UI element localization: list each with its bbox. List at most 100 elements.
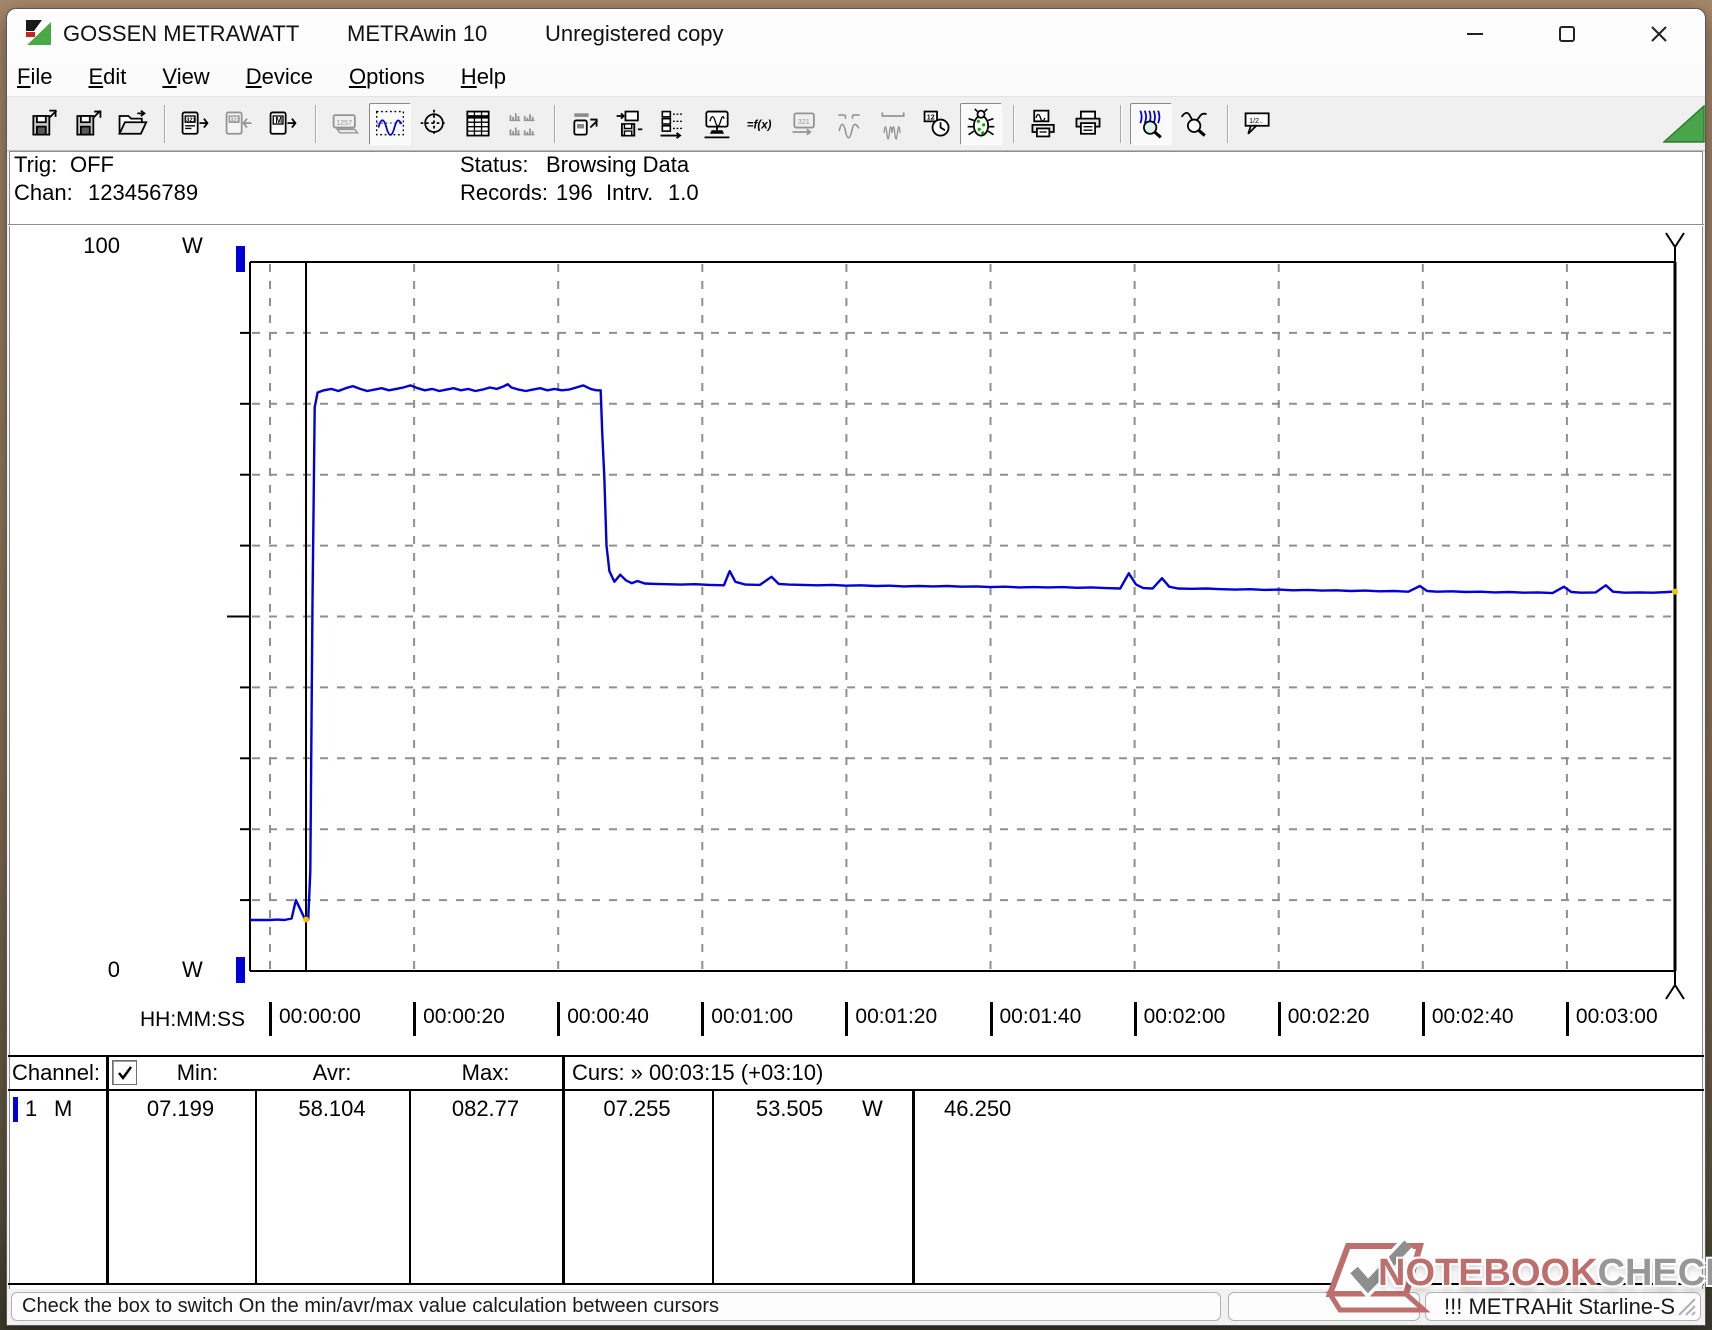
svg-text:M: M (275, 116, 282, 125)
menu-file[interactable]: File (17, 64, 52, 90)
xy-view-icon (418, 108, 450, 140)
x-tick-label: 00:03:00 (1576, 1005, 1658, 1029)
toolbar-data-table-button[interactable] (457, 103, 499, 145)
toolbar-print-preview-button[interactable] (1023, 103, 1065, 145)
toolbar-print-button[interactable] (1067, 103, 1109, 145)
toolbar-histogram-button[interactable] (501, 103, 543, 145)
toolbar-open-file-button[interactable] (111, 103, 153, 145)
x-tick-label: 00:02:20 (1288, 1005, 1370, 1029)
toolbar-device-display-button[interactable]: 321 (784, 103, 826, 145)
x-tick-mark (990, 1002, 993, 1036)
device-display-icon: 321 (789, 108, 821, 140)
toolbar-formula-button[interactable]: =f(x) (740, 103, 782, 145)
toolbar-save-as-button[interactable] (67, 103, 109, 145)
formula-icon: =f(x) (745, 108, 777, 140)
zoom-signal-icon (1135, 108, 1167, 140)
svg-text:1/2..: 1/2.. (1249, 117, 1263, 125)
titlebar-license: Unregistered copy (545, 9, 724, 58)
menu-options[interactable]: Options (349, 64, 425, 90)
x-tick-label: 00:02:00 (1144, 1005, 1226, 1029)
cell-cursor-diff: 46.250 (944, 1095, 1011, 1123)
toolbar-annotation-button[interactable]: 1/2.. (1237, 103, 1279, 145)
titlebar: GOSSEN METRAWATT METRAwin 10 Unregistere… (7, 9, 1705, 58)
cell-cursor-b: 53.505 (712, 1095, 867, 1123)
toolbar-separator (164, 105, 165, 143)
toolbar-zoom-signal-button[interactable] (1130, 103, 1172, 145)
print-icon (1072, 108, 1104, 140)
toolbar-export-data-button[interactable] (564, 103, 606, 145)
x-tick-mark (1278, 1002, 1281, 1036)
svg-text:12: 12 (927, 113, 935, 121)
channel-color-marker (13, 1097, 18, 1122)
table-top-border (8, 1055, 1704, 1057)
x-tick-label: 00:01:40 (1000, 1005, 1082, 1029)
toolbar-send-to-device-button[interactable]: 321 (218, 103, 260, 145)
watermark-check: CHECK (1598, 1252, 1712, 1294)
status-value: Browsing Data (546, 152, 689, 178)
menu-help[interactable]: Help (461, 64, 506, 90)
table-vline (912, 1091, 915, 1283)
timer-clock-icon: 12 (921, 108, 953, 140)
toolbar-zoom-curve-button[interactable] (1174, 103, 1216, 145)
toolbar-separator (315, 105, 316, 143)
toolbar-numeric-display-button[interactable]: 1257 (325, 103, 367, 145)
records-label: Records: (460, 180, 548, 206)
maximize-button[interactable] (1521, 9, 1613, 58)
toolbar-separator (1013, 105, 1014, 143)
titlebar-app-name: METRAwin 10 (347, 9, 487, 58)
toolbar-read-from-device-button[interactable]: 321 (174, 103, 216, 145)
x-tick-mark (1566, 1002, 1569, 1036)
x-tick-mark (701, 1002, 704, 1036)
export-data-icon (569, 108, 601, 140)
svg-text:=f(x): =f(x) (747, 119, 772, 131)
save-file-icon (28, 108, 60, 140)
statusbar-message-panel: Check the box to switch On the min/avr/m… (11, 1292, 1221, 1321)
titlebar-brand: GOSSEN METRAWATT (63, 9, 299, 58)
menu-view[interactable]: View (162, 64, 209, 90)
x-tick-mark (413, 1002, 416, 1036)
toolbar-xy-view-button[interactable] (413, 103, 455, 145)
table-vline (562, 1055, 565, 1285)
annotation-icon: 1/2.. (1242, 108, 1274, 140)
toolbar-save-file-button[interactable] (23, 103, 65, 145)
toolbar-envelope-wave-button[interactable] (872, 103, 914, 145)
toolbar-read-memory-button[interactable]: M (262, 103, 304, 145)
numeric-display-icon: 1257 (330, 108, 362, 140)
read-from-device-icon: 321 (179, 108, 211, 140)
x-tick-mark (557, 1002, 560, 1036)
zoom-curve-icon (1179, 108, 1211, 140)
online-monitor-icon (701, 108, 733, 140)
toolbar-line-chart-button[interactable] (369, 103, 411, 145)
minimize-button[interactable] (1429, 9, 1521, 58)
statusbar-message: Check the box to switch On the min/avr/m… (22, 1295, 719, 1317)
channel-range-marker (236, 246, 245, 272)
x-tick-label: 00:01:00 (711, 1005, 793, 1029)
channel-range-marker (236, 957, 245, 983)
svg-text:321: 321 (798, 118, 810, 126)
x-tick-label: 00:02:40 (1432, 1005, 1514, 1029)
menu-device[interactable]: Device (246, 64, 313, 90)
store-to-file-icon (613, 108, 645, 140)
table-vline (106, 1055, 109, 1285)
toolbar-timer-clock-button[interactable]: 12 (916, 103, 958, 145)
toolbar-store-to-file-button[interactable] (608, 103, 650, 145)
minavrmax-checkbox[interactable] (112, 1060, 137, 1085)
toolbar-trigger-wave-button[interactable] (828, 103, 870, 145)
toolbar-debug-bug-button[interactable] (960, 103, 1002, 145)
x-tick-mark (1134, 1002, 1137, 1036)
interval-value: 1.0 (668, 180, 699, 206)
x-tick-mark (269, 1002, 272, 1036)
window-controls (1429, 9, 1705, 58)
interval-label: Intrv. (606, 180, 653, 206)
records-value: 196 (556, 180, 593, 206)
menu-edit[interactable]: Edit (88, 64, 126, 90)
trig-label: Trig: (14, 152, 57, 178)
close-button[interactable] (1613, 9, 1705, 58)
toolbar-online-monitor-button[interactable] (696, 103, 738, 145)
toolbar-channel-config-button[interactable] (652, 103, 694, 145)
cell-cursor-a: 07.255 (562, 1095, 712, 1123)
col-header-avr: Avr: (255, 1059, 409, 1087)
toolbar-separator (1120, 105, 1121, 143)
cell-avr: 58.104 (255, 1095, 409, 1123)
line-chart-icon (374, 108, 406, 140)
